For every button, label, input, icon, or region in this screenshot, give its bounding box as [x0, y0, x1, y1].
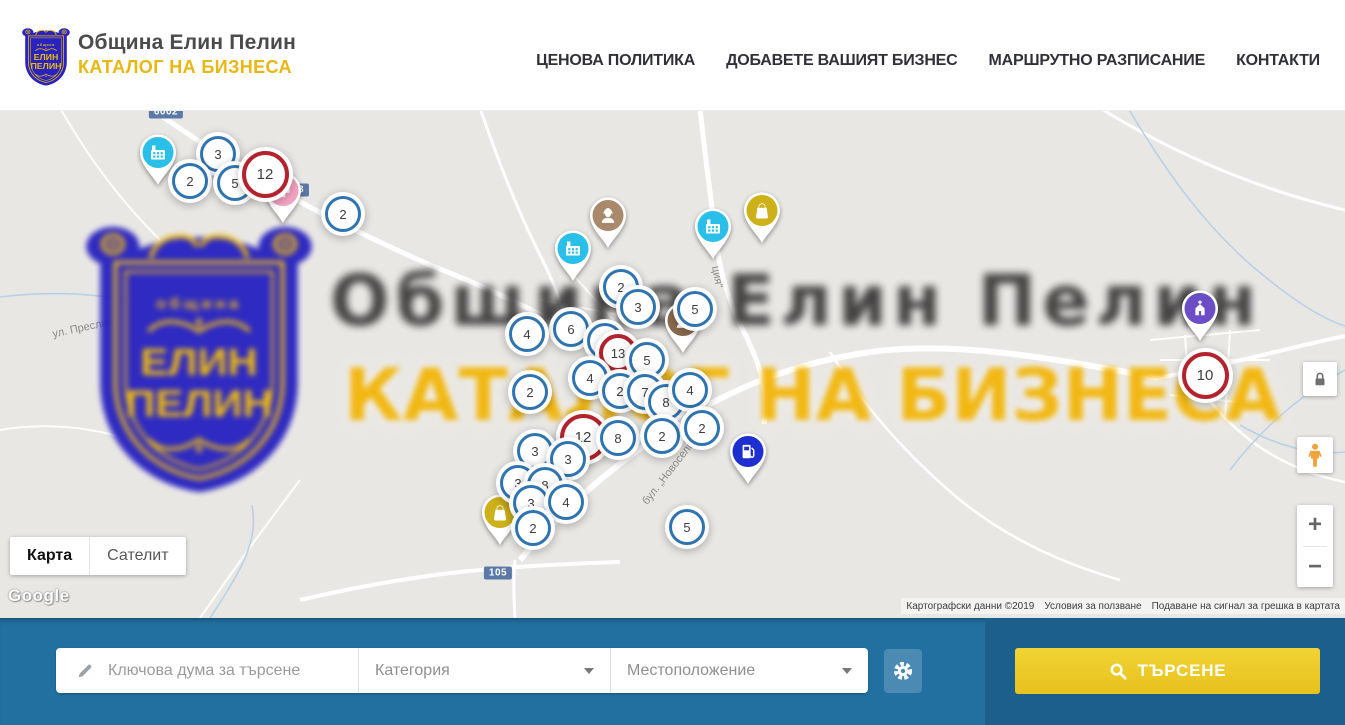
search-bar: Категория Местоположение ТЪРСЕНЕ: [0, 618, 1345, 725]
zoom-out-button[interactable]: −: [1297, 547, 1333, 588]
cluster-marker[interactable]: 5: [669, 509, 705, 545]
search-button[interactable]: ТЪРСЕНЕ: [1015, 648, 1320, 694]
nav-item-route-schedule[interactable]: МАРШРУТНО РАЗПИСАНИЕ: [989, 52, 1206, 70]
zoom-control: + −: [1297, 505, 1333, 587]
map-pin-shopping-bag[interactable]: [740, 189, 784, 245]
municipality-crest-icon: община ЕЛИНПЕЛИН: [22, 25, 70, 87]
main-nav: ЦЕНОВА ПОЛИТИКА ДОБАВЕТЕ ВАШИЯТ БИЗНЕС М…: [536, 0, 1320, 110]
lock-icon: [1311, 370, 1329, 388]
advanced-search-gear-button[interactable]: [884, 649, 922, 693]
page: община ЕЛИНПЕЛИН Община Елин Пелин КАТАЛО…: [0, 0, 1345, 725]
map-type-map-button[interactable]: Карта: [10, 537, 89, 575]
street-view-pegman-button[interactable]: [1297, 437, 1333, 473]
cluster-marker[interactable]: 4: [548, 484, 584, 520]
cluster-marker[interactable]: 4: [672, 372, 708, 408]
location-select[interactable]: Местоположение: [610, 648, 868, 693]
lock-button[interactable]: [1303, 362, 1337, 396]
site-subtitle: КАТАЛОГ НА БИЗНЕСА: [78, 55, 296, 79]
cluster-marker[interactable]: 2: [684, 410, 720, 446]
search-icon: [1109, 662, 1128, 681]
map-pin-fuel[interactable]: [726, 430, 770, 486]
nav-item-add-business[interactable]: ДОБАВЕТЕ ВАШИЯТ БИЗНЕС: [726, 52, 957, 70]
map-type-control: Карта Сателит: [10, 537, 186, 575]
pegman-icon: [1304, 442, 1326, 468]
gear-icon: [892, 660, 914, 682]
cluster-marker[interactable]: 2: [325, 196, 361, 232]
cluster-marker[interactable]: 5: [629, 342, 665, 378]
chevron-down-icon: [842, 668, 852, 674]
svg-text:община: община: [37, 43, 55, 47]
cluster-marker[interactable]: 5: [677, 291, 713, 327]
site-logo[interactable]: община ЕЛИНПЕЛИН Община Елин Пелин КАТАЛО…: [22, 25, 296, 87]
header: община ЕЛИНПЕЛИН Община Елин Пелин КАТАЛО…: [0, 0, 1345, 111]
keyword-field[interactable]: [56, 648, 358, 693]
map-pin-church[interactable]: [1178, 287, 1222, 343]
cluster-marker[interactable]: 3: [620, 289, 656, 325]
cluster-marker[interactable]: 2: [644, 418, 680, 454]
road-badge: 6002: [149, 110, 183, 119]
search-button-label: ТЪРСЕНЕ: [1138, 661, 1227, 681]
search-input[interactable]: [106, 661, 358, 681]
cluster-marker[interactable]: 10: [1182, 352, 1229, 399]
nav-item-contacts[interactable]: КОНТАКТИ: [1236, 52, 1320, 70]
map-pin-factory[interactable]: [691, 205, 735, 261]
map-type-satellite-button[interactable]: Сателит: [89, 537, 185, 575]
cluster-marker[interactable]: 12: [242, 151, 289, 198]
logo-text: Община Елин Пелин КАТАЛОГ НА БИЗНЕСА: [78, 25, 296, 79]
pencil-icon: [76, 662, 94, 680]
search-fields: Категория Местоположение: [56, 648, 868, 693]
zoom-in-button[interactable]: +: [1297, 505, 1333, 546]
cluster-marker[interactable]: 2: [172, 163, 208, 199]
attribution-copyright: Картографски данни ©2019: [906, 601, 1034, 612]
map-attribution: Картографски данни ©2019 Условия за полз…: [901, 598, 1345, 614]
category-select-value: Категория: [375, 662, 450, 680]
cluster-marker[interactable]: 8: [600, 420, 636, 456]
category-select[interactable]: Категория: [358, 648, 610, 693]
svg-text:ПЕЛИН: ПЕЛИН: [30, 61, 61, 71]
cluster-marker[interactable]: 2: [515, 510, 551, 546]
map-canvas[interactable]: ул. Преславбул. „Новоселци“ция“ 60028105…: [0, 110, 1345, 618]
attribution-report-link[interactable]: Подаване на сигнал за грешка в картата: [1152, 601, 1340, 612]
nav-item-pricing[interactable]: ЦЕНОВА ПОЛИТИКА: [536, 52, 695, 70]
map-pin-factory[interactable]: [551, 227, 595, 283]
cluster-marker[interactable]: 4: [509, 316, 545, 352]
chevron-down-icon: [584, 668, 594, 674]
location-select-value: Местоположение: [627, 662, 755, 680]
cluster-marker[interactable]: 3: [517, 433, 553, 469]
road-badge: 105: [484, 567, 512, 580]
cluster-marker[interactable]: 2: [512, 374, 548, 410]
attribution-terms-link[interactable]: Условия за ползване: [1044, 601, 1141, 612]
site-title: Община Елин Пелин: [78, 31, 296, 55]
svg-text:ЕЛИН: ЕЛИН: [34, 53, 59, 63]
cluster-marker[interactable]: 6: [553, 311, 589, 347]
google-logo[interactable]: Google: [8, 586, 70, 606]
